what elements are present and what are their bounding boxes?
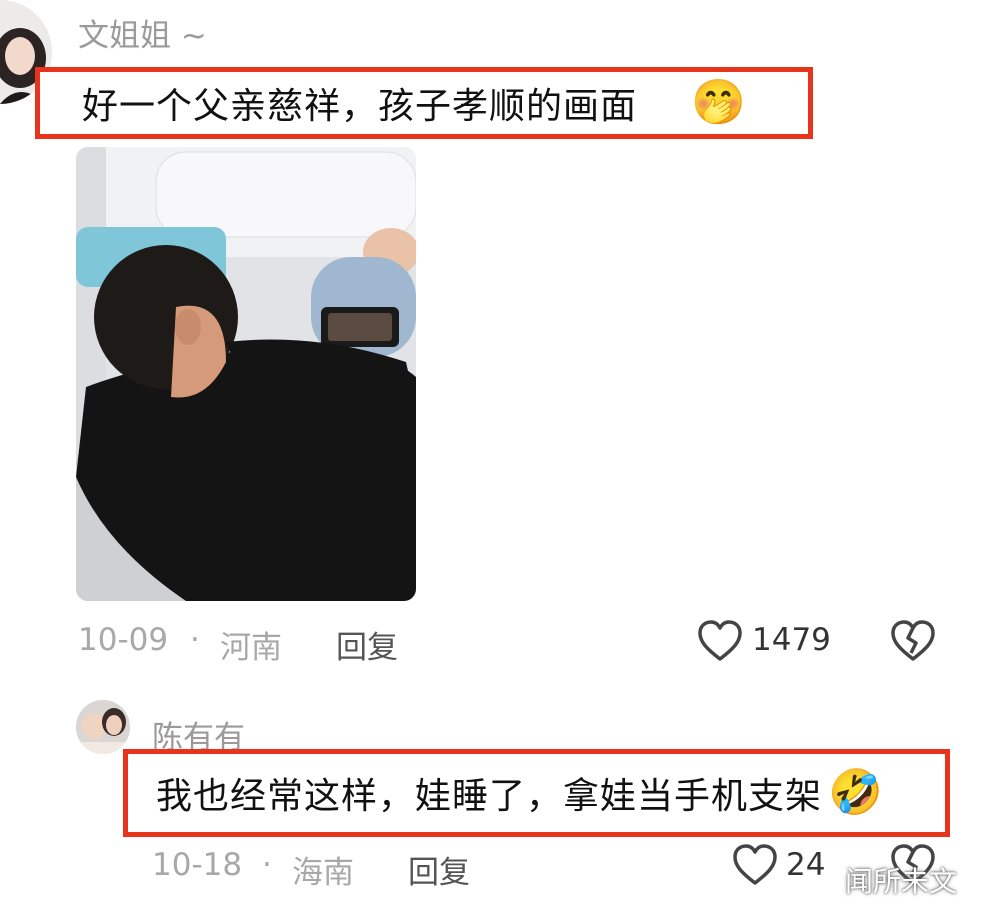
comment-highlight: 好一个父亲慈祥，孩子孝顺的画面 🤭 xyxy=(35,67,813,139)
avatar[interactable] xyxy=(76,700,130,754)
like-count: 1479 xyxy=(752,622,831,658)
comment-region: 河南 xyxy=(220,630,282,666)
reply-button[interactable]: 回复 xyxy=(408,847,470,892)
username[interactable]: 文姐姐 ~ xyxy=(78,10,207,55)
comment-region: 海南 xyxy=(292,855,354,891)
separator-dot: · xyxy=(262,847,272,883)
watermark: 闻所未文 xyxy=(845,865,958,898)
heart-icon[interactable] xyxy=(697,619,743,663)
comment-text: 我也经常这样，娃睡了，拿娃当手机支架 xyxy=(156,776,823,817)
separator-dot: · xyxy=(190,622,200,658)
comment-text: 好一个父亲慈祥，孩子孝顺的画面 xyxy=(82,86,638,127)
heart-icon[interactable] xyxy=(732,843,778,887)
comment-date: 10-18 xyxy=(152,847,243,883)
comment-date: 10-09 xyxy=(78,622,169,658)
shy-emoji-icon: 🤭 xyxy=(691,77,746,128)
comment-highlight: 我也经常这样，娃睡了，拿娃当手机支架 🤣 xyxy=(123,749,950,837)
comment-image[interactable] xyxy=(76,147,416,601)
laughing-emoji-icon: 🤣 xyxy=(828,767,883,818)
like-count: 24 xyxy=(786,847,826,883)
reply-button[interactable]: 回复 xyxy=(336,622,398,667)
broken-heart-icon[interactable] xyxy=(890,619,936,663)
